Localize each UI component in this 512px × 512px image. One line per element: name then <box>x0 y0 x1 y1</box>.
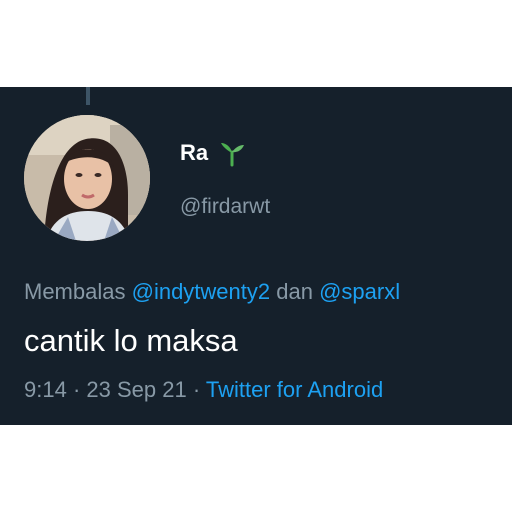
user-handle[interactable]: @firdarwt <box>180 195 270 219</box>
tweet-date[interactable]: 23 Sep 21 <box>86 377 186 402</box>
meta-separator: · <box>72 377 81 402</box>
tweet-time[interactable]: 9:14 <box>24 377 67 402</box>
tweet-metadata: 9:14 · 23 Sep 21 · Twitter for Android <box>24 377 383 403</box>
avatar[interactable] <box>24 115 150 241</box>
profile-photo-icon <box>24 115 150 241</box>
tweet-source-link[interactable]: Twitter for Android <box>206 377 383 402</box>
display-name[interactable]: Ra <box>180 139 246 167</box>
reply-context: Membalas @indytwenty2 dan @sparxl <box>24 279 400 305</box>
display-name-text: Ra <box>180 140 209 165</box>
mention-link-1[interactable]: @indytwenty2 <box>132 279 271 304</box>
tweet-text: cantik lo maksa <box>24 323 238 358</box>
reply-connector: dan <box>276 279 313 304</box>
mention-link-2[interactable]: @sparxl <box>319 279 400 304</box>
tweet-card: Ra @firdarwt Membalas @indytwenty2 dan @… <box>0 87 512 425</box>
reply-prefix: Membalas <box>24 279 126 304</box>
meta-separator: · <box>192 377 201 402</box>
thread-connector-line <box>86 87 90 105</box>
seedling-icon <box>218 139 246 167</box>
